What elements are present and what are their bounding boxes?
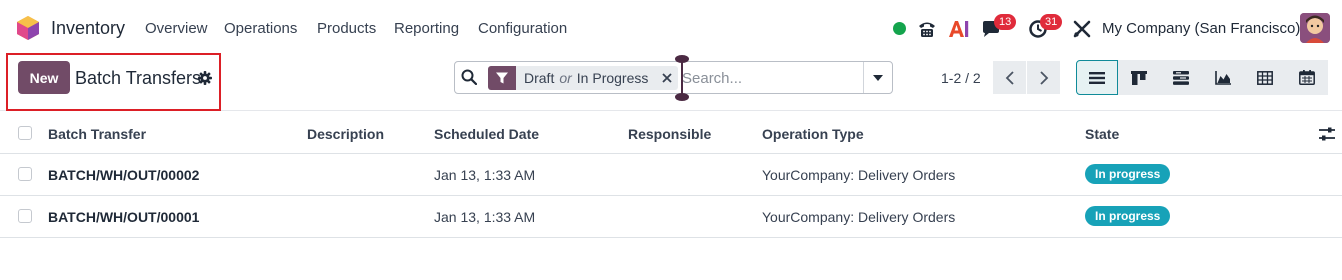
chevron-right-icon[interactable] bbox=[1027, 61, 1060, 94]
column-header-description[interactable]: Description bbox=[307, 126, 384, 142]
close-icon[interactable] bbox=[656, 66, 679, 90]
app-name[interactable]: Inventory bbox=[51, 18, 125, 39]
select-all-checkbox[interactable] bbox=[18, 126, 32, 140]
user-avatar[interactable] bbox=[1300, 13, 1330, 43]
cell-batch-transfer[interactable]: BATCH/WH/OUT/00002 bbox=[48, 167, 199, 183]
cell-operation-type: YourCompany: Delivery Orders bbox=[762, 209, 956, 225]
cell-scheduled-date: Jan 13, 1:33 AM bbox=[434, 209, 536, 225]
menu-overview[interactable]: Overview bbox=[145, 20, 208, 37]
menu-reporting[interactable]: Reporting bbox=[394, 20, 459, 37]
optional-columns-icon[interactable] bbox=[1318, 126, 1336, 142]
graph-view-icon[interactable] bbox=[1202, 60, 1244, 95]
chevron-left-icon[interactable] bbox=[993, 61, 1026, 94]
app-logo-icon[interactable] bbox=[17, 16, 39, 40]
tools-icon[interactable] bbox=[1071, 18, 1093, 40]
cell-scheduled-date: Jan 13, 1:33 AM bbox=[434, 167, 536, 183]
phone-icon[interactable] bbox=[916, 18, 938, 40]
row-checkbox[interactable] bbox=[18, 209, 32, 223]
state-badge: In progress bbox=[1085, 206, 1171, 226]
menu-products[interactable]: Products bbox=[317, 20, 376, 37]
pager-value[interactable]: 1-2 / 2 bbox=[941, 70, 981, 86]
view-switcher bbox=[1076, 60, 1328, 95]
column-header-state[interactable]: State bbox=[1085, 126, 1119, 142]
company-switcher[interactable]: My Company (San Francisco) bbox=[1102, 20, 1300, 37]
pivot-view-icon[interactable] bbox=[1244, 60, 1286, 95]
activities-count-badge: 31 bbox=[1040, 14, 1063, 30]
calendar-view-icon[interactable] bbox=[1286, 60, 1328, 95]
facet-value-draft: Draft bbox=[524, 70, 555, 86]
row-checkbox[interactable] bbox=[18, 167, 32, 181]
gear-icon[interactable] bbox=[198, 71, 212, 85]
filter-icon bbox=[488, 66, 516, 90]
facet-value-in-progress: In Progress bbox=[576, 70, 649, 86]
kanban-view-icon[interactable] bbox=[1118, 60, 1160, 95]
text-cursor bbox=[681, 60, 683, 96]
text-cursor-top-handle bbox=[675, 55, 689, 63]
cell-operation-type: YourCompany: Delivery Orders bbox=[762, 167, 956, 183]
list-view-icon[interactable] bbox=[1076, 60, 1118, 95]
column-header-scheduled-date[interactable]: Scheduled Date bbox=[434, 126, 539, 142]
menu-configuration[interactable]: Configuration bbox=[478, 20, 567, 37]
facet-values: Draft or In Progress bbox=[516, 66, 657, 90]
page-title: Batch Transfers bbox=[75, 68, 202, 88]
search-facet[interactable]: Draft or In Progress bbox=[488, 66, 679, 90]
top-navbar: Inventory Overview Operations Products R… bbox=[0, 0, 1342, 57]
search-icon[interactable] bbox=[461, 69, 477, 85]
caret-down-icon[interactable] bbox=[864, 62, 892, 93]
search-input[interactable] bbox=[682, 66, 857, 90]
text-cursor-bottom-handle bbox=[675, 93, 689, 101]
presence-status-indicator bbox=[893, 22, 906, 35]
menu-operations[interactable]: Operations bbox=[224, 20, 297, 37]
column-header-batch-transfer[interactable]: Batch Transfer bbox=[48, 126, 146, 142]
ai-icon[interactable] bbox=[948, 18, 970, 40]
cell-batch-transfer[interactable]: BATCH/WH/OUT/00001 bbox=[48, 209, 199, 225]
facet-or-separator: or bbox=[559, 70, 572, 86]
column-header-operation-type[interactable]: Operation Type bbox=[762, 126, 864, 142]
state-badge: In progress bbox=[1085, 164, 1171, 184]
new-button[interactable]: New bbox=[18, 61, 70, 94]
activity-view-icon[interactable] bbox=[1160, 60, 1202, 95]
column-header-responsible[interactable]: Responsible bbox=[628, 126, 711, 142]
messages-count-badge: 13 bbox=[994, 14, 1017, 30]
